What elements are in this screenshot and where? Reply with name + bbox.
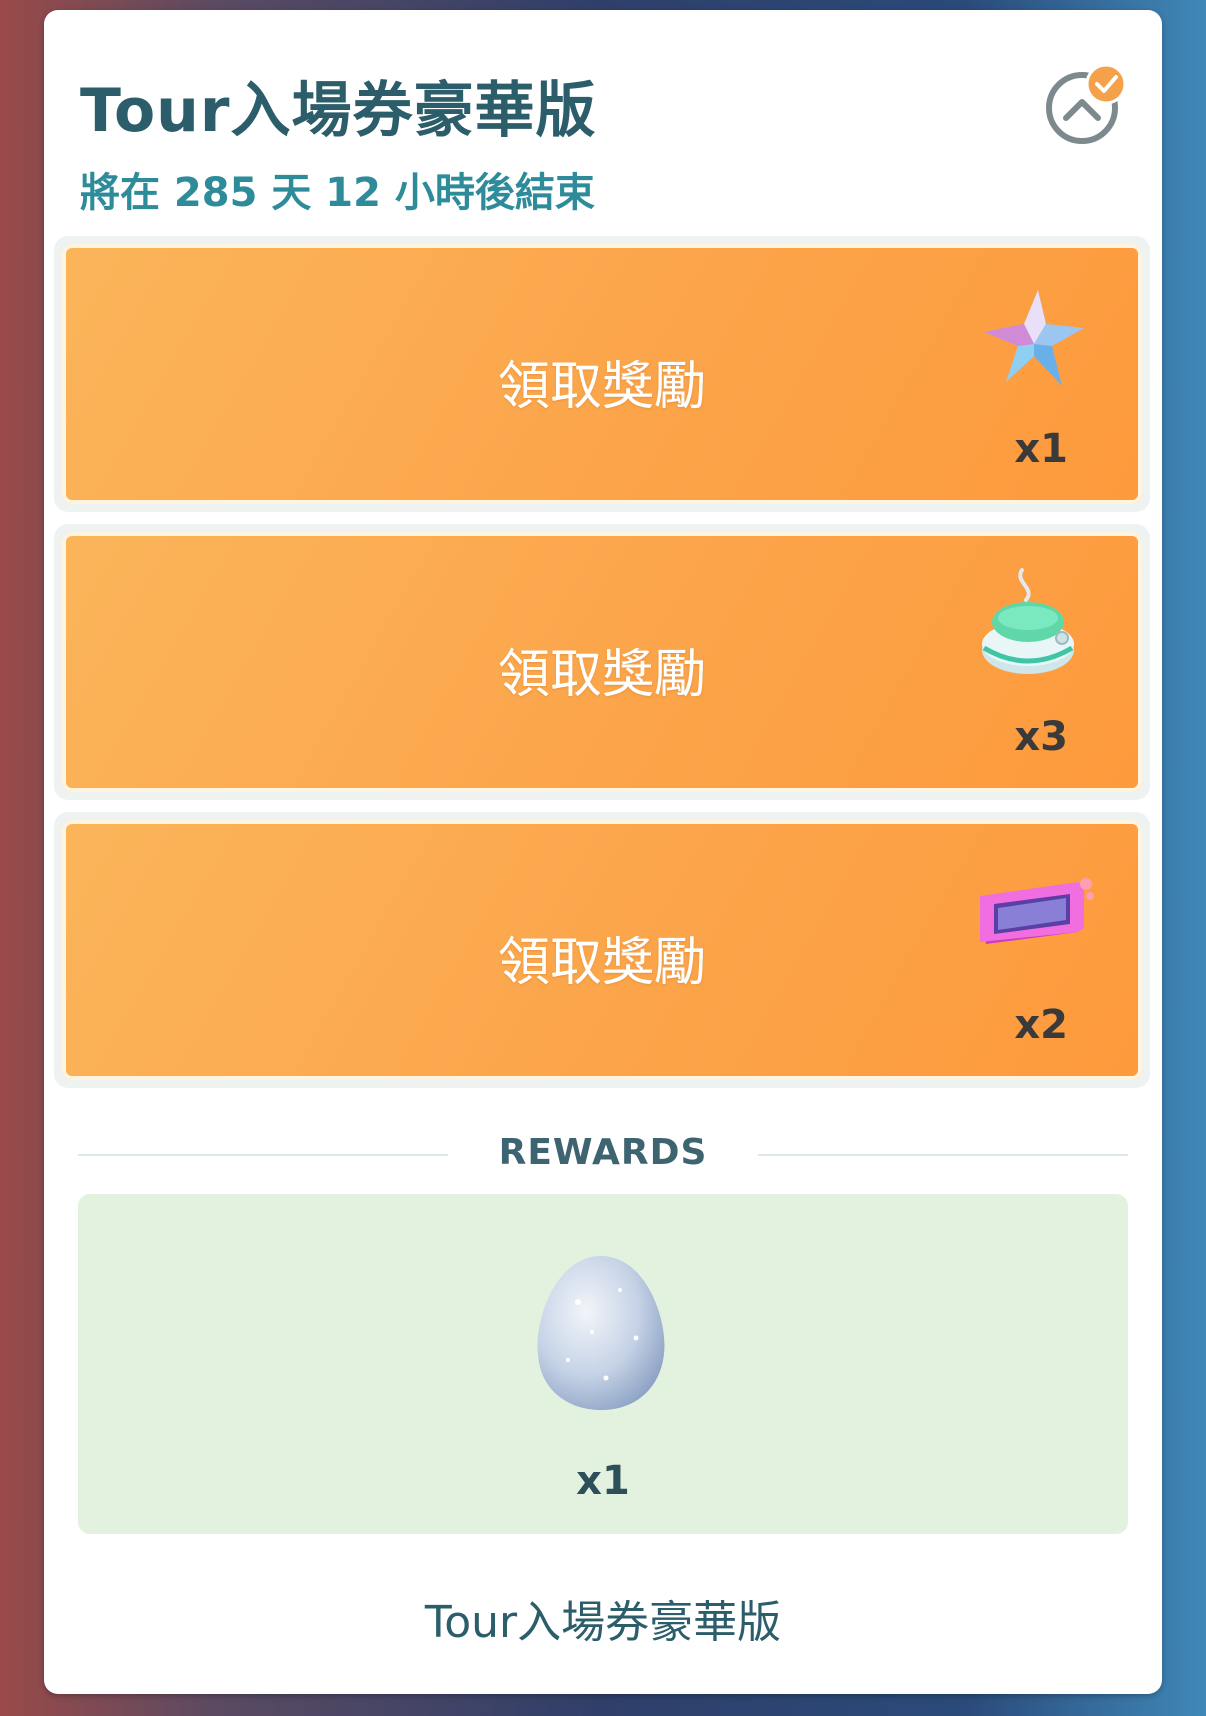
collapse-complete-icon[interactable] xyxy=(1046,63,1127,144)
ticket-card: Tour入場券豪華版 將在 285 天 12 小時後結束 領取獎勵 x1 領取獎… xyxy=(44,10,1162,1694)
rewards-heading: REWARDS xyxy=(498,1132,708,1173)
reward-count: x2 xyxy=(1014,1002,1068,1048)
reward-count: x1 xyxy=(576,1458,630,1504)
footer-title: Tour入場券豪華版 xyxy=(424,1597,782,1648)
task-row[interactable]: 領取獎勵 x3 xyxy=(54,524,1150,800)
premium-raid-pass-icon xyxy=(974,862,1098,972)
task-row[interactable]: 領取獎勵 x2 xyxy=(54,812,1150,1088)
task-row[interactable]: 領取獎勵 x1 xyxy=(54,236,1150,512)
countdown-subtitle: 將在 285 天 12 小時後結束 xyxy=(80,170,595,216)
incense-icon xyxy=(970,564,1090,684)
egg-icon xyxy=(528,1250,674,1414)
reward-count: x1 xyxy=(1014,426,1068,472)
reward-count: x3 xyxy=(1014,714,1068,760)
star-piece-icon xyxy=(980,286,1090,396)
page-title: Tour入場券豪華版 xyxy=(80,76,597,146)
rewards-divider: REWARDS xyxy=(78,1124,1128,1184)
rewards-panel: x1 xyxy=(78,1194,1128,1534)
